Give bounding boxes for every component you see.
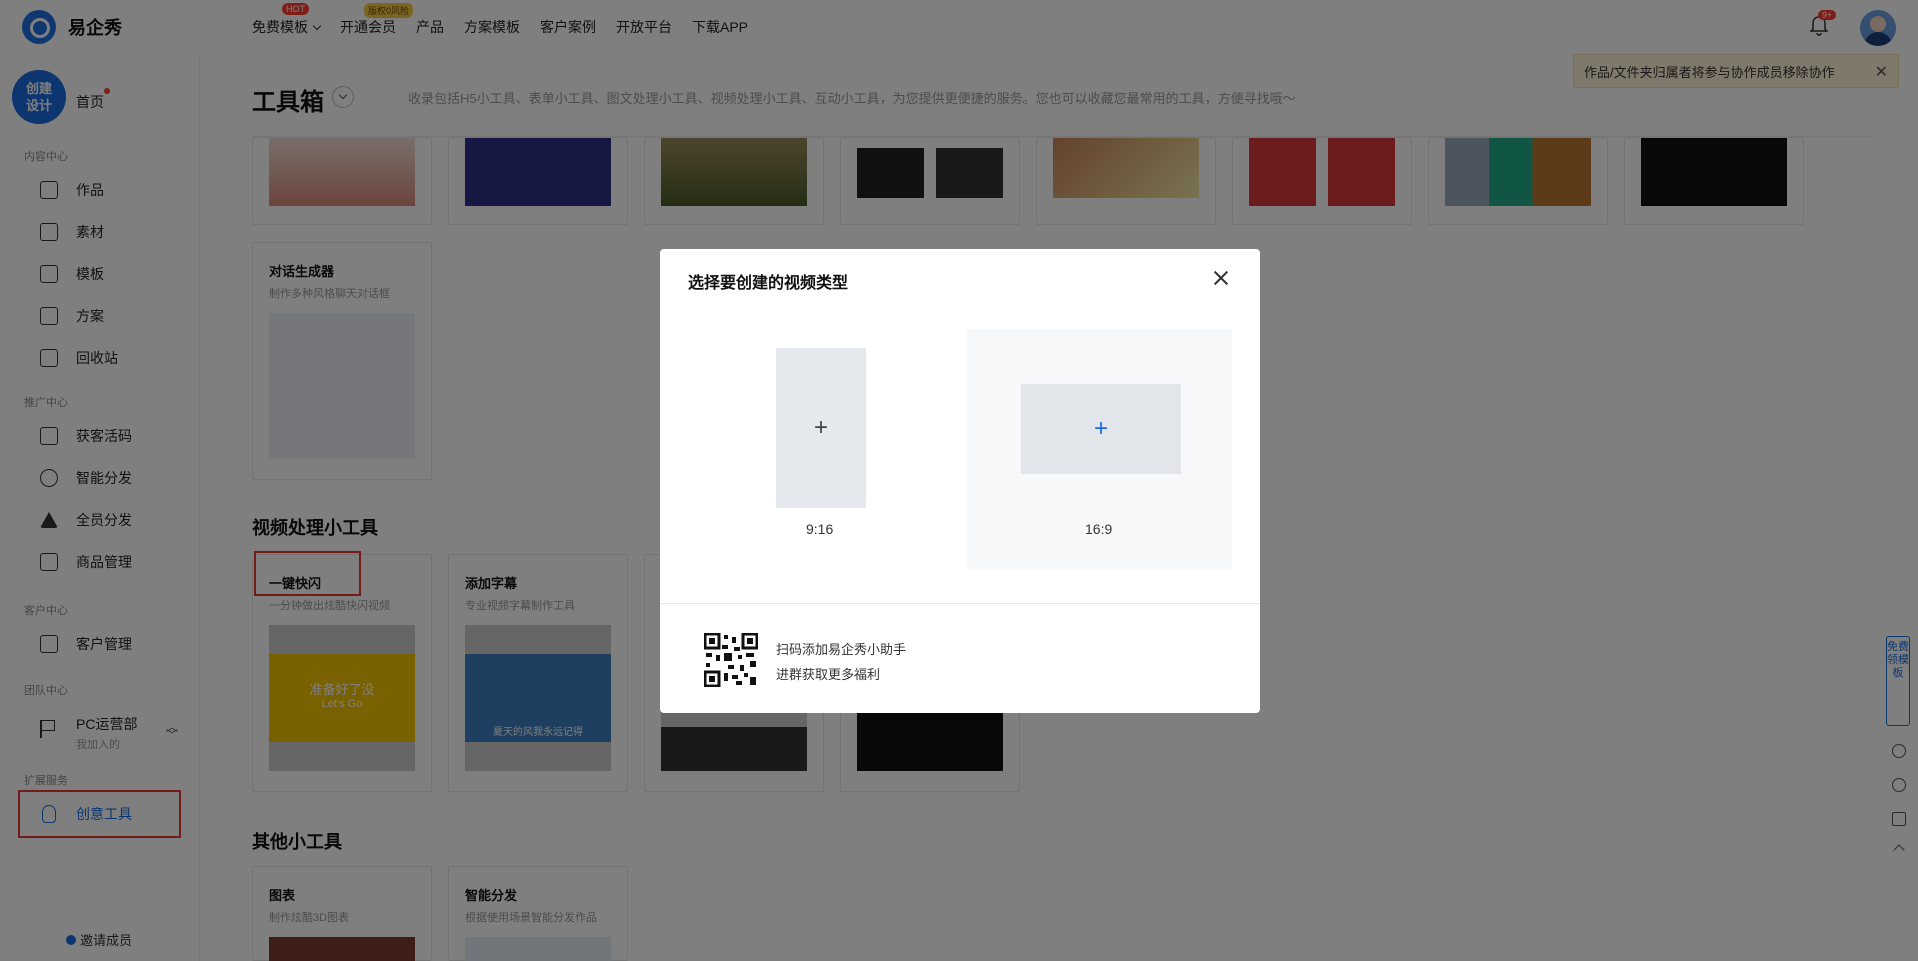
option-portrait-9-16[interactable]: + xyxy=(776,348,866,508)
qrcode-image xyxy=(704,633,758,687)
landscape-preview: + xyxy=(1021,384,1181,474)
plus-icon: + xyxy=(1093,415,1108,442)
option-landscape-16-9[interactable]: + 16:9 xyxy=(967,329,1232,569)
close-icon[interactable] xyxy=(1210,267,1232,289)
option-label-portrait: 9:16 xyxy=(806,521,834,537)
qr-caption-line2: 进群获取更多福利 xyxy=(776,667,881,682)
video-type-modal: 选择要创建的视频类型 + 9:16 + 16:9 扫码添加易企秀小助手 进群获取… xyxy=(660,249,1260,713)
modal-title: 选择要创建的视频类型 xyxy=(688,275,849,292)
qr-caption-line1: 扫码添加易企秀小助手 xyxy=(776,642,907,657)
divider xyxy=(660,603,1260,604)
plus-icon: + xyxy=(813,414,828,441)
option-label-landscape: 16:9 xyxy=(1085,521,1113,537)
